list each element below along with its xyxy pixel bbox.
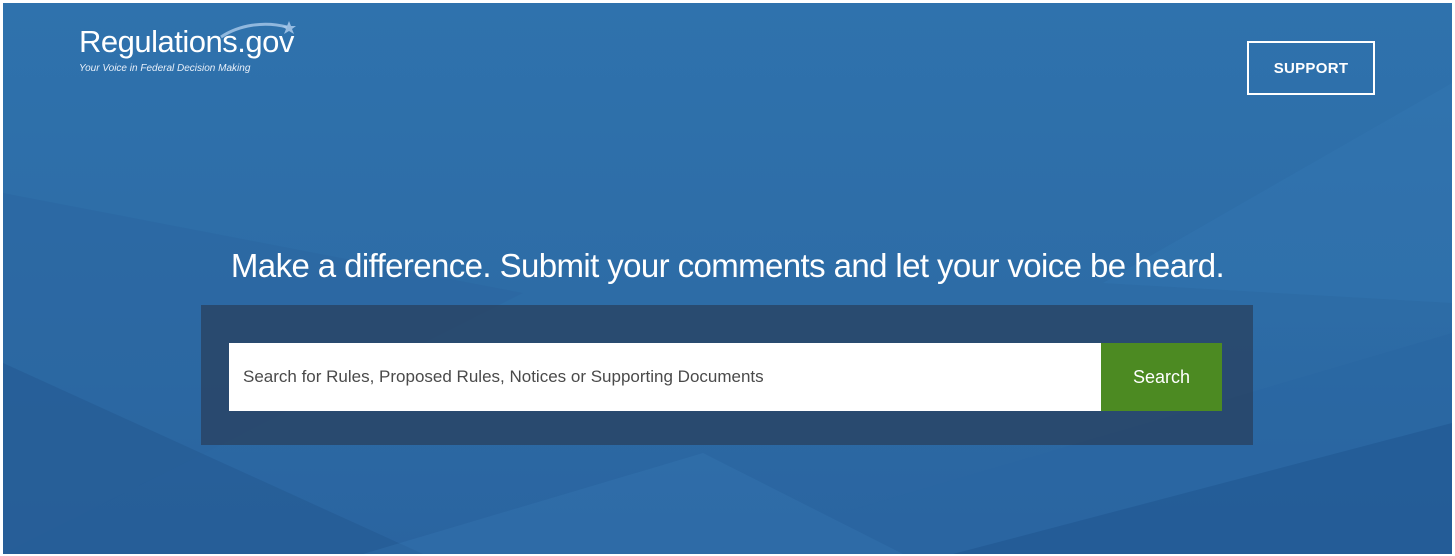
site-logo[interactable]: Regulations.gov Your Voice in Federal De… (79, 21, 296, 74)
search-input[interactable] (229, 343, 1101, 411)
hero-banner: Regulations.gov Your Voice in Federal De… (3, 3, 1452, 554)
support-button[interactable]: SUPPORT (1247, 41, 1375, 95)
logo-tagline: Your Voice in Federal Decision Making (79, 63, 251, 74)
search-button[interactable]: Search (1101, 343, 1222, 411)
search-panel: Search (201, 305, 1253, 445)
logo-swoosh-icon (220, 21, 296, 39)
hero-headline: Make a difference. Submit your comments … (230, 247, 1225, 285)
